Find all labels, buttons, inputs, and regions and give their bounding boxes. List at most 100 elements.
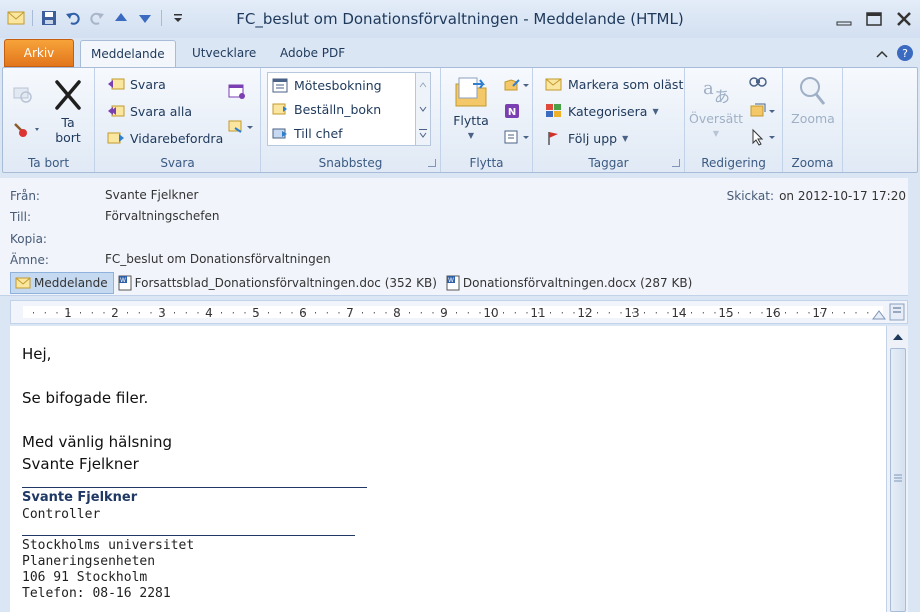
ruler-tick-mark [785, 312, 786, 314]
envelope-icon [15, 277, 31, 289]
group-label-flytta: Flytta [469, 156, 504, 170]
group-ta-bort: Ta bort Ta bort [3, 68, 95, 172]
ruler-tick-mark [420, 312, 422, 314]
ruler-tick-mark [68, 312, 70, 314]
scrollbar-thumb[interactable] [890, 348, 906, 612]
ruler-tick-label: 11 [530, 306, 545, 320]
ruler-tick-mark [832, 312, 833, 314]
right-indent-icon[interactable] [872, 310, 886, 320]
snabbsteg-launcher-icon[interactable] [428, 159, 436, 167]
group-label-svara: Svara [160, 156, 195, 170]
group-label-redigering: Redigering [701, 156, 766, 170]
ruler-tick-mark [127, 312, 128, 314]
close-icon[interactable] [892, 8, 916, 30]
quick-steps-scroll[interactable] [415, 72, 431, 146]
group-label-snabbsteg: Snabbsteg [318, 156, 383, 170]
ruler-tick-mark [362, 312, 363, 314]
chevron-down-icon: ▼ [467, 131, 475, 140]
ruler-tick-mark [221, 312, 222, 314]
maximize-icon[interactable] [862, 8, 886, 30]
ruler-tick-mark [33, 312, 34, 314]
message-header: Från: Svante Fjelkner Till: Förvaltnings… [0, 178, 920, 296]
move-folder-icon [455, 77, 487, 107]
ruler-tick-label: 10 [483, 306, 498, 320]
more-respond-icon[interactable] [227, 118, 255, 139]
move-button[interactable]: Flytta ▼ [447, 74, 495, 143]
signature-address: 106 91 Stockholm [22, 570, 148, 585]
attachment-message[interactable]: Meddelande [10, 272, 114, 294]
calendar-icon [272, 78, 288, 93]
reply-button[interactable]: Svara [107, 76, 166, 92]
ruler-tick-mark [597, 312, 598, 314]
ruler-tick-label: 17 [812, 306, 827, 320]
tab-utvecklare[interactable]: Utvecklare [182, 40, 266, 68]
select-cursor-icon[interactable] [749, 128, 777, 149]
sent-value: on 2012-10-17 17:20 [779, 189, 906, 203]
ruler-tick-mark [44, 312, 46, 314]
body-sender: Svante Fjelkner [22, 455, 139, 473]
group-label-taggar: Taggar [588, 156, 629, 170]
delete-label-line1: Ta [61, 115, 75, 130]
categorize-button[interactable]: Kategorisera ▼ [545, 103, 659, 119]
quick-step-motesbokning[interactable]: Mötesbokning [272, 77, 382, 93]
body-text: Se bifogade filer. [22, 389, 149, 407]
quick-step-bestalln-bokn[interactable]: Beställn_bokn [272, 101, 381, 117]
find-icon[interactable] [749, 76, 767, 95]
ruler-tick-label: 2 [111, 306, 119, 320]
ruler-tick-mark [632, 312, 634, 314]
cleanup-icon[interactable] [11, 120, 41, 143]
follow-up-button[interactable]: Följ upp ▼ [545, 130, 628, 146]
related-icon[interactable] [749, 102, 777, 123]
ruler-tick-mark [256, 312, 258, 314]
taggar-launcher-icon[interactable] [672, 159, 680, 167]
mark-unread-button[interactable]: Markera som oläst [545, 76, 683, 92]
window-controls [832, 8, 916, 30]
meeting-reply-icon[interactable] [227, 82, 247, 103]
ruler-tick-mark [197, 312, 199, 314]
ribbon: Ta bort Ta bort Svara Svara alla Vidareb… [2, 67, 918, 173]
ruler-tick-mark [573, 312, 575, 314]
tab-file[interactable]: Arkiv [4, 39, 74, 67]
from-value[interactable]: Svante Fjelkner [105, 188, 198, 202]
view-ruler-icon[interactable] [889, 303, 905, 324]
ruler-tick-mark [608, 312, 610, 314]
tab-meddelande[interactable]: Meddelande [80, 40, 176, 68]
cc-label: Kopia: [10, 232, 47, 246]
attachment-donationsforvaltningen[interactable]: W Donationsförvaltningen.docx (287 KB) [442, 272, 697, 294]
ruler-tick-mark [738, 312, 739, 314]
window-edge [908, 178, 920, 612]
scroll-up-icon[interactable] [891, 331, 905, 345]
onenote-icon[interactable]: N [503, 102, 521, 123]
ruler-tick-mark [691, 312, 692, 314]
delete-button[interactable]: Ta bort [45, 78, 91, 145]
ruler-tick-label: 5 [252, 306, 260, 320]
rules-icon[interactable] [503, 76, 531, 97]
minimize-icon[interactable] [832, 8, 856, 30]
ruler-tick-label: 9 [440, 306, 448, 320]
actions-icon[interactable] [503, 128, 531, 149]
quick-step-till-chef[interactable]: Till chef [272, 125, 343, 141]
group-taggar: Markera som oläst Kategorisera ▼ Följ up… [533, 68, 685, 172]
ruler-tick-mark [397, 312, 399, 314]
ignore-icon[interactable] [11, 82, 33, 107]
ruler-tick-mark [350, 312, 352, 314]
signature-phone: Telefon: 08-16 2281 [22, 586, 171, 601]
to-value[interactable]: Förvaltningschefen [105, 209, 219, 223]
vertical-scrollbar[interactable] [886, 326, 908, 612]
ruler-tick-mark [315, 312, 316, 314]
ruler-tick-mark [326, 312, 328, 314]
ruler-tick-mark [303, 312, 305, 314]
ruler-tick-mark [855, 312, 857, 314]
group-flytta: Flytta ▼ N Flytta [441, 68, 533, 172]
ruler-tick-mark [843, 312, 845, 314]
reply-all-button[interactable]: Svara alla [107, 103, 192, 119]
message-body[interactable]: Hej, Se bifogade filer. Med vänlig hälsn… [10, 326, 886, 612]
forward-button[interactable]: Vidarebefordra [107, 130, 223, 146]
zoom-button[interactable]: Zooma [789, 74, 837, 126]
tab-adobe-pdf[interactable]: Adobe PDF [270, 40, 355, 68]
minimize-ribbon-icon[interactable] [876, 48, 888, 62]
translate-button[interactable]: aあ Översätt ▼ [689, 74, 743, 141]
help-icon[interactable]: ? [896, 44, 914, 65]
ruler-tick-mark [444, 312, 446, 314]
attachment-forsattsblad[interactable]: W Forsattsblad_Donationsförvaltningen.do… [114, 272, 442, 294]
